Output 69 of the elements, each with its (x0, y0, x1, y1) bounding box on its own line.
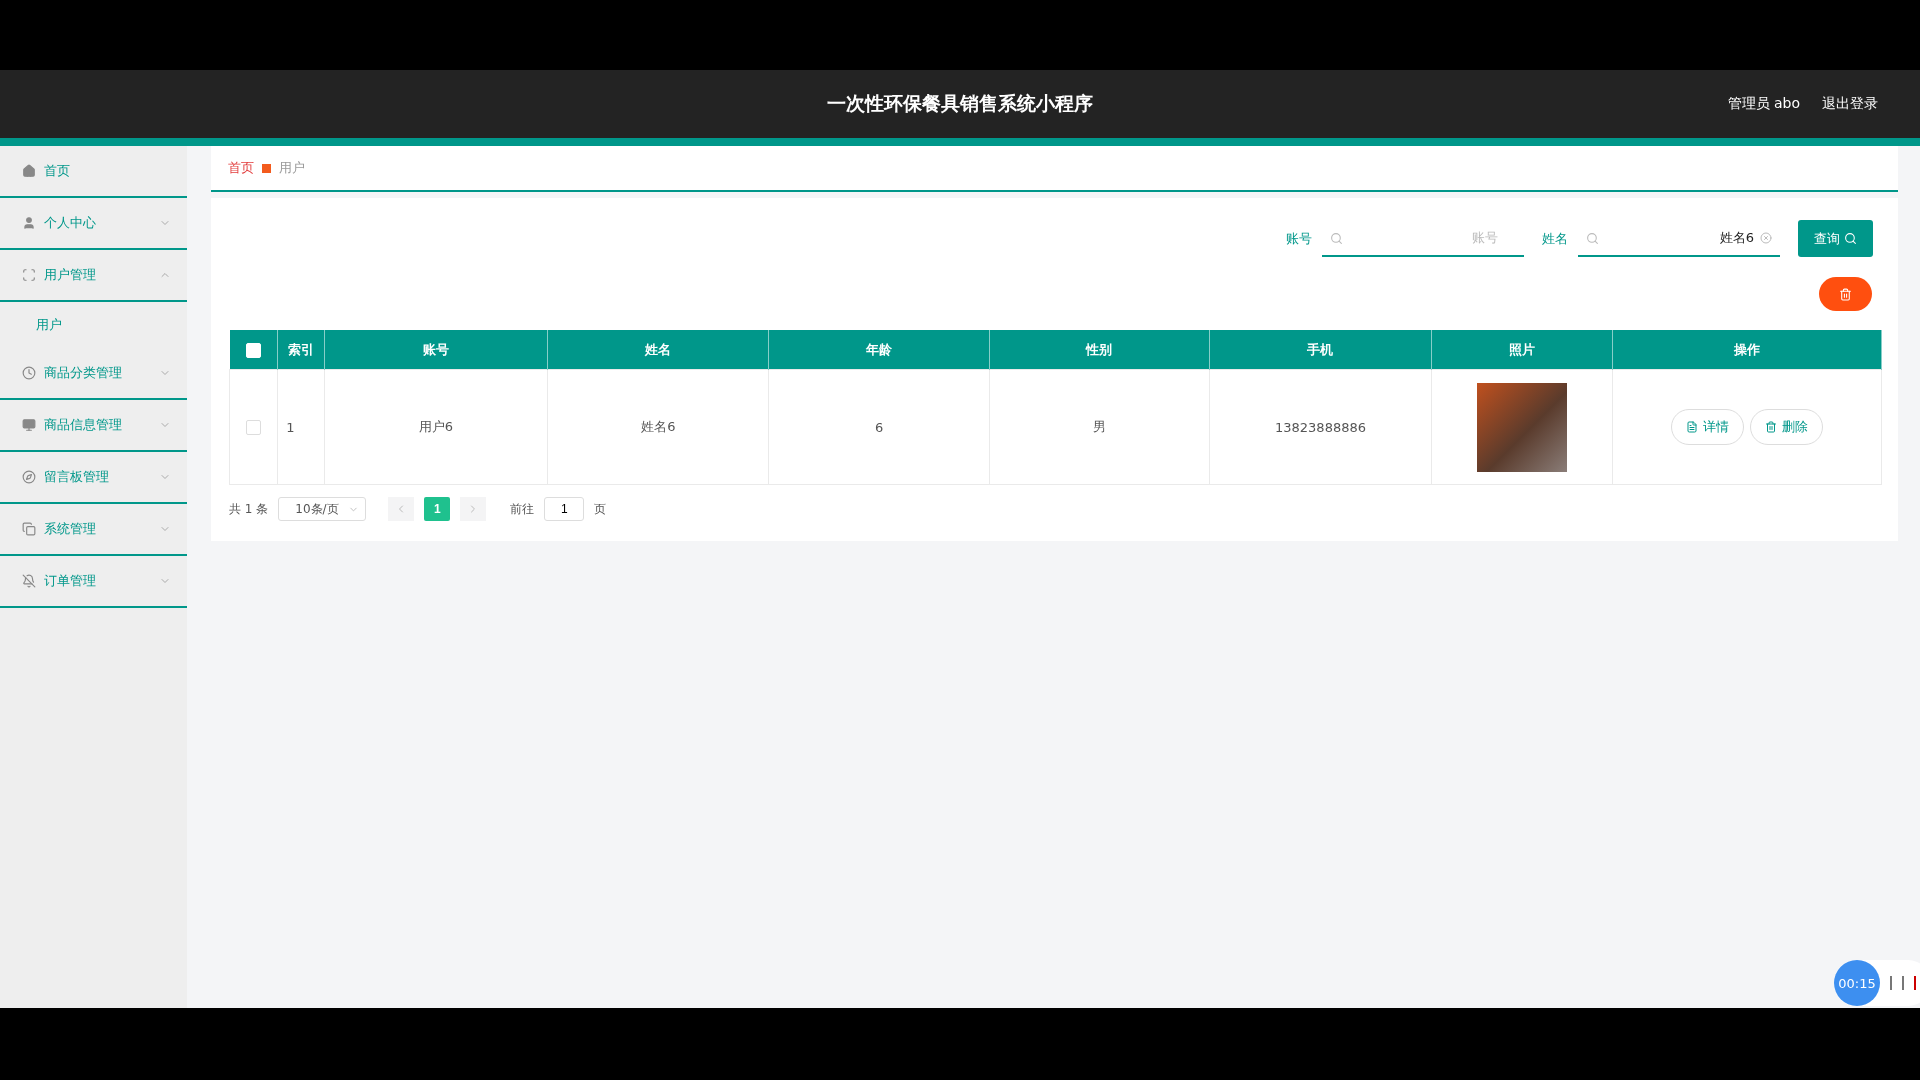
sidebar-item[interactable]: 系统管理 (0, 504, 187, 556)
scan-frame-icon (22, 268, 36, 282)
bell-off-icon (22, 574, 36, 588)
sidebar-label: 个人中心 (44, 214, 97, 232)
logout-link[interactable]: 退出登录 (1822, 95, 1878, 113)
separator-icon (262, 163, 271, 173)
column-header: 年龄 (768, 330, 990, 370)
sidebar-label: 系统管理 (44, 520, 97, 538)
column-header: 账号 (324, 330, 548, 370)
trash-icon (1839, 287, 1852, 301)
sidebar-item[interactable]: 商品分类管理 (0, 348, 187, 400)
page-size-select[interactable]: 10条/页 (278, 497, 367, 521)
select-all-checkbox[interactable] (245, 342, 261, 358)
sidebar-item[interactable]: 个人中心 (0, 198, 187, 250)
goto-label: 前往 (510, 500, 535, 518)
search-icon (1330, 231, 1343, 245)
column-header: 性别 (989, 330, 1210, 370)
clock-icon (22, 366, 36, 380)
sidebar-item[interactable]: 留言板管理 (0, 452, 187, 504)
field-label: 姓名 (1542, 229, 1568, 248)
clear-icon[interactable] (1760, 231, 1772, 244)
table-cell: 1 (277, 369, 325, 485)
recording-time: 00:15 (1834, 960, 1880, 1006)
copy-icon (22, 522, 36, 536)
delete-row-button[interactable]: 删除 (1750, 409, 1824, 445)
next-page-button[interactable] (460, 497, 487, 521)
column-header: 照片 (1431, 330, 1613, 370)
column-header: 操作 (1613, 330, 1882, 370)
column-header: 手机 (1209, 330, 1432, 370)
goto-page-field[interactable]: 1 (544, 497, 585, 521)
breadcrumb-item[interactable]: 首页 (228, 159, 254, 177)
trash-icon (1765, 421, 1778, 433)
sidebar-item[interactable]: 订单管理 (0, 556, 187, 608)
total-count: 共 1 条 (229, 500, 269, 518)
sidebar-item[interactable]: 用户管理 (0, 250, 187, 302)
sidebar-item[interactable]: 商品信息管理 (0, 400, 187, 452)
sidebar-label: 留言板管理 (44, 468, 110, 486)
table-cell: 13823888886 (1209, 369, 1432, 485)
field-label: 账号 (1286, 229, 1312, 248)
app-title: 一次性环保餐具销售系统小程序 (827, 91, 1093, 116)
document-icon (1686, 421, 1699, 433)
sidebar-label: 商品信息管理 (44, 416, 123, 434)
user-name: 管理员 abo (1727, 95, 1800, 113)
home-icon (22, 164, 36, 178)
table-cell: 姓名6 (547, 369, 769, 485)
sidebar-label: 商品分类管理 (44, 364, 123, 382)
page-number[interactable]: 1 (424, 497, 451, 521)
details-button[interactable]: 详情 (1671, 409, 1745, 445)
column-header: 姓名 (547, 330, 769, 370)
column-header: 索引 (277, 330, 325, 370)
sidebar-subitem[interactable]: 用户 (0, 302, 187, 348)
sidebar-label: 首页 (44, 162, 71, 180)
query-button[interactable]: 查询 (1798, 220, 1873, 257)
search-icon (1844, 232, 1857, 245)
delete-button[interactable] (1819, 277, 1872, 311)
person-icon (22, 216, 36, 230)
sidebar-item[interactable]: 首页 (0, 146, 187, 198)
search-icon (1586, 231, 1599, 245)
table-cell: 用户6 (324, 369, 548, 485)
page-suffix: 页 (594, 500, 607, 518)
prev-page-button[interactable] (388, 497, 415, 521)
monitor-icon (22, 418, 36, 432)
sidebar-label: 用户管理 (44, 266, 97, 284)
row-checkbox[interactable] (246, 420, 262, 435)
breadcrumb-item: 用户 (279, 159, 305, 177)
sidebar-label: 订单管理 (44, 572, 97, 590)
table-cell: 男 (989, 369, 1210, 485)
compass-icon (22, 470, 36, 484)
table-cell: 6 (768, 369, 990, 485)
